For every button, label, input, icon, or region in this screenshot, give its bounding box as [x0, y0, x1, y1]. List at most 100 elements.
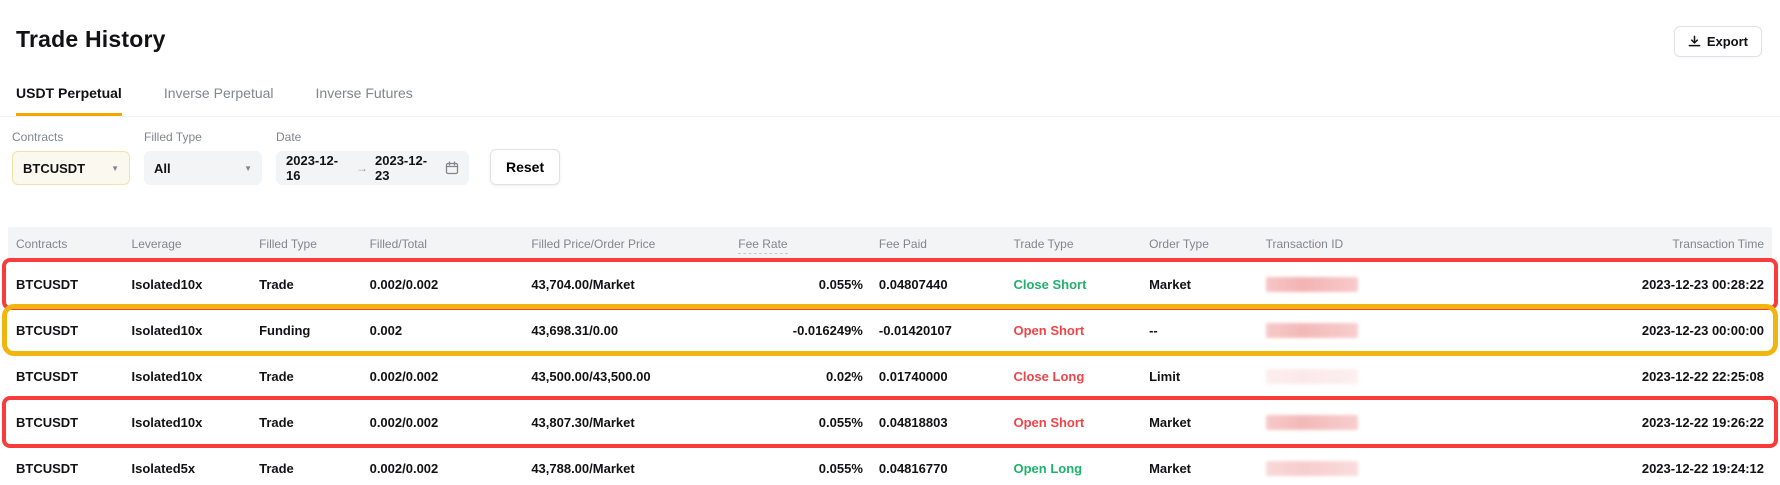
- tab-bar: USDT Perpetual Inverse Perpetual Inverse…: [0, 85, 1780, 117]
- table-row: BTCUSDT Isolated10x Funding 0.002 43,698…: [8, 307, 1772, 353]
- date-filter: Date 2023-12-16 → 2023-12-23: [276, 130, 469, 185]
- export-label: Export: [1707, 34, 1748, 49]
- cell-order-type: --: [1141, 307, 1258, 353]
- table-body: BTCUSDT Isolated10x Trade 0.002/0.002 43…: [8, 261, 1772, 485]
- export-icon: [1688, 35, 1701, 48]
- cell-fee-rate: 0.055%: [730, 399, 871, 445]
- col-filled-price: Filled Price/Order Price: [523, 227, 730, 261]
- table-row: BTCUSDT Isolated5x Trade 0.002/0.002 43,…: [8, 445, 1772, 485]
- col-transaction-id: Transaction ID: [1258, 227, 1499, 261]
- cell-leverage: Isolated10x: [124, 261, 252, 307]
- filled-type-select[interactable]: All ▼: [144, 151, 262, 185]
- contracts-filter: Contracts BTCUSDT ▼: [12, 130, 130, 185]
- cell-fee-paid: 0.04816770: [871, 445, 1006, 485]
- table-row: BTCUSDT Isolated10x Trade 0.002/0.002 43…: [8, 261, 1772, 307]
- cell-trade-type: Open Long: [1005, 445, 1141, 485]
- cell-filled-price: 43,807.30/Market: [523, 399, 730, 445]
- chevron-down-icon: ▼: [244, 164, 252, 173]
- cell-fee-paid: -0.01420107: [871, 307, 1006, 353]
- cell-filled-type: Funding: [251, 307, 362, 353]
- cell-leverage: Isolated10x: [124, 353, 252, 399]
- filled-type-label: Filled Type: [144, 130, 262, 144]
- table-header-row: Contracts Leverage Filled Type Filled/To…: [8, 227, 1772, 261]
- redacted-transaction-id: [1266, 415, 1358, 430]
- col-trade-type: Trade Type: [1005, 227, 1141, 261]
- cell-order-type: Market: [1141, 445, 1258, 485]
- col-leverage: Leverage: [124, 227, 252, 261]
- col-fee-rate: Fee Rate: [730, 227, 871, 261]
- col-transaction-time: Transaction Time: [1499, 227, 1772, 261]
- calendar-icon: [445, 161, 459, 175]
- redacted-transaction-id: [1266, 461, 1358, 476]
- cell-filled-type: Trade: [251, 353, 362, 399]
- cell-transaction-time: 2023-12-23 00:28:22: [1499, 261, 1772, 307]
- redacted-transaction-id: [1266, 323, 1358, 338]
- filled-type-value: All: [154, 161, 171, 176]
- date-start: 2023-12-16: [286, 153, 349, 183]
- cell-contracts: BTCUSDT: [8, 399, 124, 445]
- cell-filled-price: 43,500.00/43,500.00: [523, 353, 730, 399]
- cell-contracts: BTCUSDT: [8, 307, 124, 353]
- redacted-transaction-id: [1266, 369, 1358, 384]
- date-label: Date: [276, 130, 469, 144]
- filter-bar: Contracts BTCUSDT ▼ Filled Type All ▼ Da…: [0, 130, 1780, 185]
- chevron-down-icon: ▼: [111, 164, 119, 173]
- cell-transaction-time: 2023-12-23 00:00:00: [1499, 307, 1772, 353]
- col-filled-type: Filled Type: [251, 227, 362, 261]
- cell-filled-price: 43,704.00/Market: [523, 261, 730, 307]
- contracts-select[interactable]: BTCUSDT ▼: [12, 151, 130, 185]
- cell-fee-rate: -0.016249%: [730, 307, 871, 353]
- cell-transaction-id: [1258, 399, 1499, 445]
- reset-button[interactable]: Reset: [490, 149, 560, 185]
- cell-fee-rate: 0.02%: [730, 353, 871, 399]
- cell-transaction-time: 2023-12-22 19:26:22: [1499, 399, 1772, 445]
- fee-rate-tooltip-label[interactable]: Fee Rate: [738, 237, 787, 254]
- cell-leverage: Isolated10x: [124, 307, 252, 353]
- cell-filled-total: 0.002: [362, 307, 524, 353]
- cell-filled-price: 43,788.00/Market: [523, 445, 730, 485]
- cell-transaction-time: 2023-12-22 19:24:12: [1499, 445, 1772, 485]
- cell-fee-rate: 0.055%: [730, 445, 871, 485]
- cell-transaction-id: [1258, 445, 1499, 485]
- cell-transaction-id: [1258, 353, 1499, 399]
- cell-contracts: BTCUSDT: [8, 261, 124, 307]
- cell-filled-total: 0.002/0.002: [362, 353, 524, 399]
- cell-leverage: Isolated5x: [124, 445, 252, 485]
- cell-filled-total: 0.002/0.002: [362, 445, 524, 485]
- cell-transaction-id: [1258, 261, 1499, 307]
- table-row: BTCUSDT Isolated10x Trade 0.002/0.002 43…: [8, 353, 1772, 399]
- redacted-transaction-id: [1266, 277, 1358, 292]
- tab-usdt-perpetual[interactable]: USDT Perpetual: [16, 85, 122, 116]
- date-range-arrow-icon: →: [356, 161, 368, 175]
- export-button[interactable]: Export: [1674, 26, 1762, 57]
- col-contracts: Contracts: [8, 227, 124, 261]
- cell-order-type: Market: [1141, 261, 1258, 307]
- cell-trade-type: Open Short: [1005, 307, 1141, 353]
- page-title: Trade History: [16, 26, 1764, 53]
- cell-contracts: BTCUSDT: [8, 445, 124, 485]
- tab-inverse-futures[interactable]: Inverse Futures: [316, 85, 413, 116]
- tab-inverse-perpetual[interactable]: Inverse Perpetual: [164, 85, 274, 116]
- cell-fee-paid: 0.04807440: [871, 261, 1006, 307]
- cell-filled-price: 43,698.31/0.00: [523, 307, 730, 353]
- top-bar: Trade History Export: [0, 0, 1780, 53]
- cell-filled-total: 0.002/0.002: [362, 399, 524, 445]
- cell-order-type: Limit: [1141, 353, 1258, 399]
- cell-fee-paid: 0.04818803: [871, 399, 1006, 445]
- trade-history-table: Contracts Leverage Filled Type Filled/To…: [8, 227, 1772, 485]
- cell-trade-type: Open Short: [1005, 399, 1141, 445]
- contracts-value: BTCUSDT: [23, 161, 85, 176]
- filled-type-filter: Filled Type All ▼: [144, 130, 262, 185]
- cell-fee-rate: 0.055%: [730, 261, 871, 307]
- cell-transaction-id: [1258, 307, 1499, 353]
- cell-transaction-time: 2023-12-22 22:25:08: [1499, 353, 1772, 399]
- contracts-label: Contracts: [12, 130, 130, 144]
- cell-filled-type: Trade: [251, 445, 362, 485]
- cell-filled-type: Trade: [251, 261, 362, 307]
- cell-contracts: BTCUSDT: [8, 353, 124, 399]
- table-row: BTCUSDT Isolated10x Trade 0.002/0.002 43…: [8, 399, 1772, 445]
- cell-trade-type: Close Long: [1005, 353, 1141, 399]
- cell-fee-paid: 0.01740000: [871, 353, 1006, 399]
- date-range-picker[interactable]: 2023-12-16 → 2023-12-23: [276, 151, 469, 185]
- cell-trade-type: Close Short: [1005, 261, 1141, 307]
